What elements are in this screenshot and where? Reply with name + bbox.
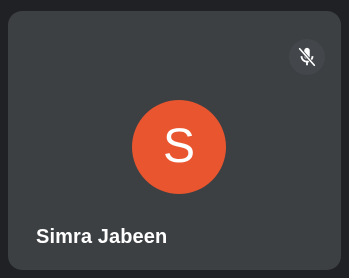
meeting-stage: S Simra Jabeen — [0, 0, 349, 278]
participant-name: Simra Jabeen — [36, 226, 168, 248]
mic-off-icon — [296, 46, 318, 68]
muted-indicator — [289, 39, 325, 75]
avatar: S — [132, 100, 226, 194]
participant-tile[interactable]: S Simra Jabeen — [8, 11, 341, 270]
